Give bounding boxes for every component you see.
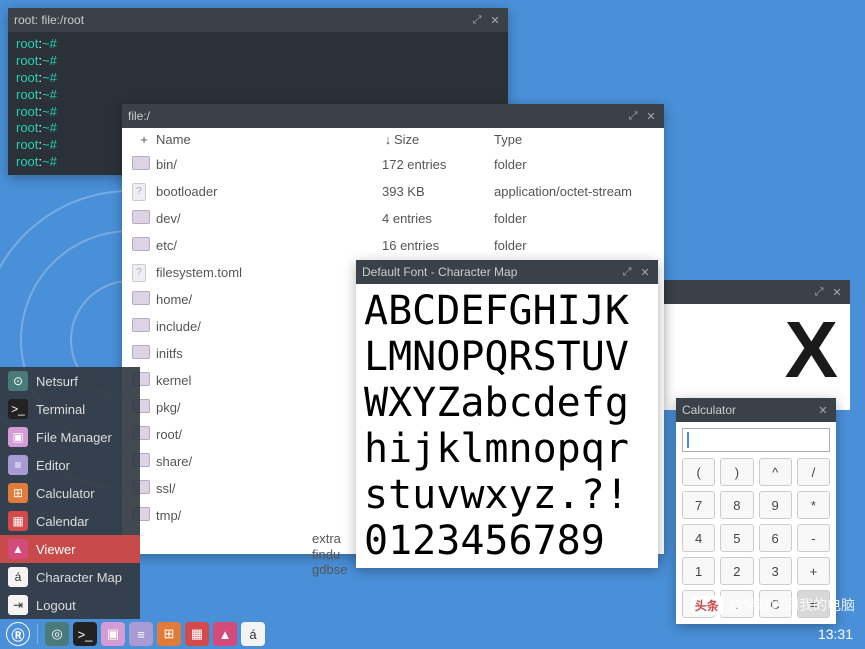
calc-key-6[interactable]: 6 [759, 524, 792, 552]
fm-col-name[interactable]: Name [156, 132, 382, 147]
calc-key-4[interactable]: 4 [682, 524, 715, 552]
editor-icon: ≡ [8, 455, 28, 475]
folder-icon [132, 318, 150, 332]
file-icon: ? [132, 264, 146, 282]
maximize-icon[interactable]: ⤢ [470, 13, 484, 27]
calc-key-5[interactable]: 5 [720, 524, 753, 552]
fm-extra-text: extra findu gdbse [312, 531, 347, 578]
watermark-badge: 头条 [691, 596, 723, 615]
close-icon[interactable]: ✕ [638, 265, 652, 279]
launcher-calendar[interactable]: ▦ [185, 622, 209, 646]
table-row[interactable]: etc/16 entriesfolder [122, 232, 664, 259]
calc-title: Calculator [682, 403, 812, 417]
fm-col-size[interactable]: Size [394, 132, 494, 147]
launcher-file-manager[interactable]: ▣ [101, 622, 125, 646]
file-icon: ? [132, 183, 146, 201]
calc-key-3[interactable]: 3 [759, 557, 792, 585]
terminal-titlebar[interactable]: root: file:/root ⤢ ✕ [8, 8, 508, 32]
folder-icon [132, 156, 150, 170]
terminal-title: root: file:/root [14, 13, 466, 27]
fm-sort-arrow[interactable]: ↓ [382, 132, 394, 147]
calc-key-)[interactable]: ) [720, 458, 753, 486]
watermark: 头条 @穿越时间我的电脑 [691, 595, 855, 615]
menu-item-editor[interactable]: ≡Editor [0, 451, 140, 479]
fm-add[interactable]: + [132, 132, 156, 147]
launcher-character-map[interactable]: á [241, 622, 265, 646]
calc-key-([interactable]: ( [682, 458, 715, 486]
maximize-icon[interactable]: ⤢ [620, 265, 634, 279]
calc-titlebar[interactable]: Calculator ✕ [676, 398, 836, 422]
launcher-terminal[interactable]: >_ [73, 622, 97, 646]
charmap-window[interactable]: Default Font - Character Map ⤢ ✕ ABCDEFG… [356, 260, 658, 568]
close-icon[interactable]: ✕ [816, 403, 830, 417]
calculator-icon: ⊞ [8, 483, 28, 503]
start-button[interactable]: Ⓡ [6, 622, 30, 646]
close-icon[interactable]: ✕ [644, 109, 658, 123]
close-icon[interactable]: ✕ [830, 285, 844, 299]
calc-key-^[interactable]: ^ [759, 458, 792, 486]
folder-icon [132, 291, 150, 305]
folder-icon [132, 345, 150, 359]
fm-titlebar[interactable]: file:/ ⤢ ✕ [122, 104, 664, 128]
charmap-titlebar[interactable]: Default Font - Character Map ⤢ ✕ [356, 260, 658, 284]
fm-col-type[interactable]: Type [494, 132, 654, 147]
charmap-body[interactable]: ABCDEFGHIJK LMNOPQRSTUV WXYZabcdefg hijk… [356, 284, 658, 568]
calculator-window[interactable]: Calculator ✕ ()^/789*456-123+0.C= [676, 398, 836, 624]
character-map-icon: á [8, 567, 28, 587]
calc-key--[interactable]: - [797, 524, 830, 552]
hidden-glyph: X [650, 304, 850, 396]
maximize-icon[interactable]: ⤢ [626, 109, 640, 123]
start-menu[interactable]: ⊙Netsurf>_Terminal▣File Manager≡Editor⊞C… [0, 367, 140, 619]
calc-key-/[interactable]: / [797, 458, 830, 486]
calc-key-7[interactable]: 7 [682, 491, 715, 519]
menu-item-file-manager[interactable]: ▣File Manager [0, 423, 140, 451]
table-row[interactable]: bin/172 entriesfolder [122, 151, 664, 178]
hidden-window[interactable]: ⤢ ✕ X [650, 280, 850, 410]
terminal-icon: >_ [8, 399, 28, 419]
menu-item-viewer[interactable]: ▲Viewer [0, 535, 140, 563]
file-manager-icon: ▣ [8, 427, 28, 447]
calc-key-2[interactable]: 2 [720, 557, 753, 585]
menu-item-calendar[interactable]: ▦Calendar [0, 507, 140, 535]
calc-key-*[interactable]: * [797, 491, 830, 519]
taskbar[interactable]: Ⓡ ◎>_▣≡⊞▦▲á 13:31 [0, 619, 865, 649]
separator [37, 624, 38, 644]
calendar-icon: ▦ [8, 511, 28, 531]
calc-cursor [687, 432, 689, 448]
launcher-calculator[interactable]: ⊞ [157, 622, 181, 646]
maximize-icon[interactable]: ⤢ [812, 285, 826, 299]
calc-key-8[interactable]: 8 [720, 491, 753, 519]
menu-item-calculator[interactable]: ⊞Calculator [0, 479, 140, 507]
menu-item-netsurf[interactable]: ⊙Netsurf [0, 367, 140, 395]
table-row[interactable]: ?bootloader393 KBapplication/octet-strea… [122, 178, 664, 205]
watermark-text: @穿越时间我的电脑 [729, 595, 855, 615]
calc-display[interactable] [682, 428, 830, 452]
viewer-icon: ▲ [8, 539, 28, 559]
launcher-netsurf[interactable]: ◎ [45, 622, 69, 646]
clock[interactable]: 13:31 [818, 626, 853, 642]
calc-key-+[interactable]: + [797, 557, 830, 585]
calc-key-9[interactable]: 9 [759, 491, 792, 519]
fm-title: file:/ [128, 109, 622, 123]
hidden-titlebar[interactable]: ⤢ ✕ [650, 280, 850, 304]
close-icon[interactable]: ✕ [488, 13, 502, 27]
logout-icon: ⇥ [8, 595, 28, 615]
table-row[interactable]: dev/4 entriesfolder [122, 205, 664, 232]
menu-item-terminal[interactable]: >_Terminal [0, 395, 140, 423]
netsurf-icon: ⊙ [8, 371, 28, 391]
launcher-viewer[interactable]: ▲ [213, 622, 237, 646]
menu-item-logout[interactable]: ⇥Logout [0, 591, 140, 619]
fm-column-header[interactable]: + Name ↓ Size Type [122, 128, 664, 151]
folder-icon [132, 210, 150, 224]
calc-key-1[interactable]: 1 [682, 557, 715, 585]
charmap-title: Default Font - Character Map [362, 265, 616, 279]
folder-icon [132, 237, 150, 251]
launcher-editor[interactable]: ≡ [129, 622, 153, 646]
menu-item-character-map[interactable]: áCharacter Map [0, 563, 140, 591]
